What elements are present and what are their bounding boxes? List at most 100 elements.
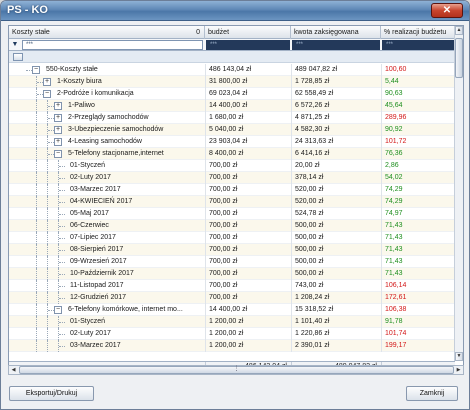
row-label: 06-Czerwiec [70,222,109,229]
row-label: 05-Maj 2017 [70,210,109,217]
vertical-scrollbar[interactable]: ▲ ▼ [454,26,463,361]
column-header-count: 0 [196,29,200,36]
table-row[interactable]: +1-Paliwo 14 400,00 zł 6 572,26 zł 45,64 [9,100,455,112]
table-row[interactable]: 03-Marzec 2017 700,00 zł 520,00 zł 74,29 [9,184,455,196]
scroll-down-icon[interactable]: ▼ [455,352,463,361]
filter-icon[interactable]: ▼ [11,41,19,49]
collapse-icon[interactable]: − [32,66,40,74]
scroll-right-icon[interactable]: ▶ [454,366,463,374]
tree-guide-line [36,280,37,292]
tree-branch-line [59,250,65,251]
table-row[interactable]: 03-Marzec 2017 1 200,00 zł 2 390,01 zł 199,… [9,340,455,352]
scroll-up-icon[interactable]: ▲ [455,26,463,35]
tree-guide-line [36,328,37,340]
export-print-button[interactable]: Eksportuj/Drukuj [9,386,94,401]
tree-branch-line [59,226,65,227]
table-row[interactable]: 06-Czerwiec 700,00 zł 500,00 zł 71,43 [9,220,455,232]
table-row[interactable]: 02-Luty 2017 1 200,00 zł 1 220,86 zł 101,74 [9,328,455,340]
table-row[interactable]: 05-Maj 2017 700,00 zł 524,78 zł 74,97 [9,208,455,220]
row-label: 6-Telefony komórkowe, internet mo... [68,306,183,313]
row-percent: 71,43 [381,256,455,268]
row-budget: 69 023,04 zł [205,88,291,100]
row-booked: 500,00 zł [291,220,381,232]
column-header-budget[interactable]: budżet [205,26,291,39]
tree-guide-line [47,244,48,256]
tree-branch-line [59,274,65,275]
table-row[interactable]: 04-KWIECIEŃ 2017 700,00 zł 520,00 zł 74,29 [9,196,455,208]
row-booked: 378,14 zł [291,172,381,184]
horizontal-scrollbar[interactable]: ◀ ⋮ ▶ [8,365,464,375]
table-row[interactable]: −5-Telefony stacjonarne,internet 8 400,00… [9,148,455,160]
expand-icon[interactable]: + [54,102,62,110]
table-row[interactable]: +2-Przeglądy samochodów 1 680,00 zł 4 871,… [9,112,455,124]
row-booked: 1 220,86 zł [291,328,381,340]
row-budget: 14 400,00 zł [205,304,291,316]
column-header-booked[interactable]: kwota zaksięgowana [291,26,381,39]
row-percent: 2,86 [381,160,455,172]
filter-koszty-input[interactable]: *** [22,40,203,50]
table-row[interactable]: +1-Koszty biura 31 800,00 zł 1 728,85 zł 5,… [9,76,455,88]
table-row[interactable]: +3-Ubezpieczenie samochodów 5 040,00 zł 4 … [9,124,455,136]
row-percent: 106,14 [381,280,455,292]
group-row [9,51,455,63]
tree-guide-line [47,328,48,340]
table-row[interactable]: 08-Sierpień 2017 700,00 zł 500,00 zł 71,43 [9,244,455,256]
row-percent: 76,36 [381,148,455,160]
row-percent: 71,43 [381,232,455,244]
tree-guide-line [36,220,37,232]
expand-icon[interactable]: + [54,114,62,122]
table-row[interactable]: −6-Telefony komórkowe, internet mo... 14 … [9,304,455,316]
row-label: 11-Listopad 2017 [70,282,124,289]
table-row[interactable]: −2-Podróże i komunikacja 69 023,04 zł 62 5… [9,88,455,100]
scroll-left-icon[interactable]: ◀ [9,366,18,374]
table-row[interactable]: −550-Koszty stałe 486 143,04 zł 489 047,82… [9,64,455,76]
column-header-koszty[interactable]: Koszty stałe 0 [9,26,205,39]
group-collapse-button[interactable] [13,53,23,61]
expand-icon[interactable]: + [54,126,62,134]
expand-icon[interactable]: + [43,78,51,86]
row-booked: 6 414,16 zł [291,148,381,160]
tree-guide-line [47,256,48,268]
table-row[interactable]: 12-Grudzień 2017 700,00 zł 1 208,24 zł 172,… [9,292,455,304]
tree-guide-line [36,112,37,124]
row-budget: 700,00 zł [205,196,291,208]
vertical-scroll-thumb[interactable] [455,38,463,78]
tree-branch-line [59,322,65,323]
table-row[interactable]: 10-Październik 2017 700,00 zł 500,00 zł 71,… [9,268,455,280]
row-budget: 700,00 zł [205,256,291,268]
horizontal-scroll-thumb[interactable]: ⋮ [19,366,454,374]
row-booked: 520,00 zł [291,184,381,196]
table-row[interactable]: 01-Styczeń 1 200,00 zł 1 101,40 zł 91,78 [9,316,455,328]
table-row[interactable]: 07-Lipiec 2017 700,00 zł 500,00 zł 71,43 [9,232,455,244]
tree-branch-line [59,202,65,203]
table-row[interactable]: 11-Listopad 2017 700,00 zł 743,00 zł 106,14 [9,280,455,292]
budget-tree-grid: Koszty stałe 0 budżet kwota zaksięgowana… [8,25,464,371]
collapse-icon[interactable]: − [54,306,62,314]
table-row[interactable]: +4-Leasing samochodów 23 903,04 zł 24 313,… [9,136,455,148]
tree-branch-line [59,334,65,335]
column-header-percent[interactable]: % realizacji budżetu [381,26,455,39]
close-window-button[interactable]: ✕ [431,3,463,18]
filter-percent-input[interactable]: *** [382,40,454,50]
table-row[interactable]: 02-Luty 2017 700,00 zł 378,14 zł 54,02 [9,172,455,184]
row-budget: 700,00 zł [205,232,291,244]
table-row[interactable]: 01-Styczeń 700,00 zł 20,00 zł 2,86 [9,160,455,172]
collapse-icon[interactable]: − [54,150,62,158]
row-label: 03-Marzec 2017 [70,342,121,349]
close-button[interactable]: Zamknij [406,386,458,401]
expand-icon[interactable]: + [54,138,62,146]
row-percent: 5,44 [381,76,455,88]
tree-guide-line [47,160,48,172]
table-row[interactable]: 09-Wrzesień 2017 700,00 zł 500,00 zł 71,43 [9,256,455,268]
row-budget: 700,00 zł [205,172,291,184]
row-budget: 31 800,00 zł [205,76,291,88]
grid-header: Koszty stałe 0 budżet kwota zaksięgowana… [9,26,455,39]
collapse-icon[interactable]: − [43,90,51,98]
title-bar[interactable]: PS - KO ✕ [1,1,469,21]
row-percent: 101,72 [381,136,455,148]
row-label: 550-Koszty stałe [46,66,98,73]
filter-budget-input[interactable]: *** [206,40,290,50]
filter-booked-input[interactable]: *** [292,40,380,50]
row-percent: 91,78 [381,316,455,328]
row-booked: 500,00 zł [291,256,381,268]
